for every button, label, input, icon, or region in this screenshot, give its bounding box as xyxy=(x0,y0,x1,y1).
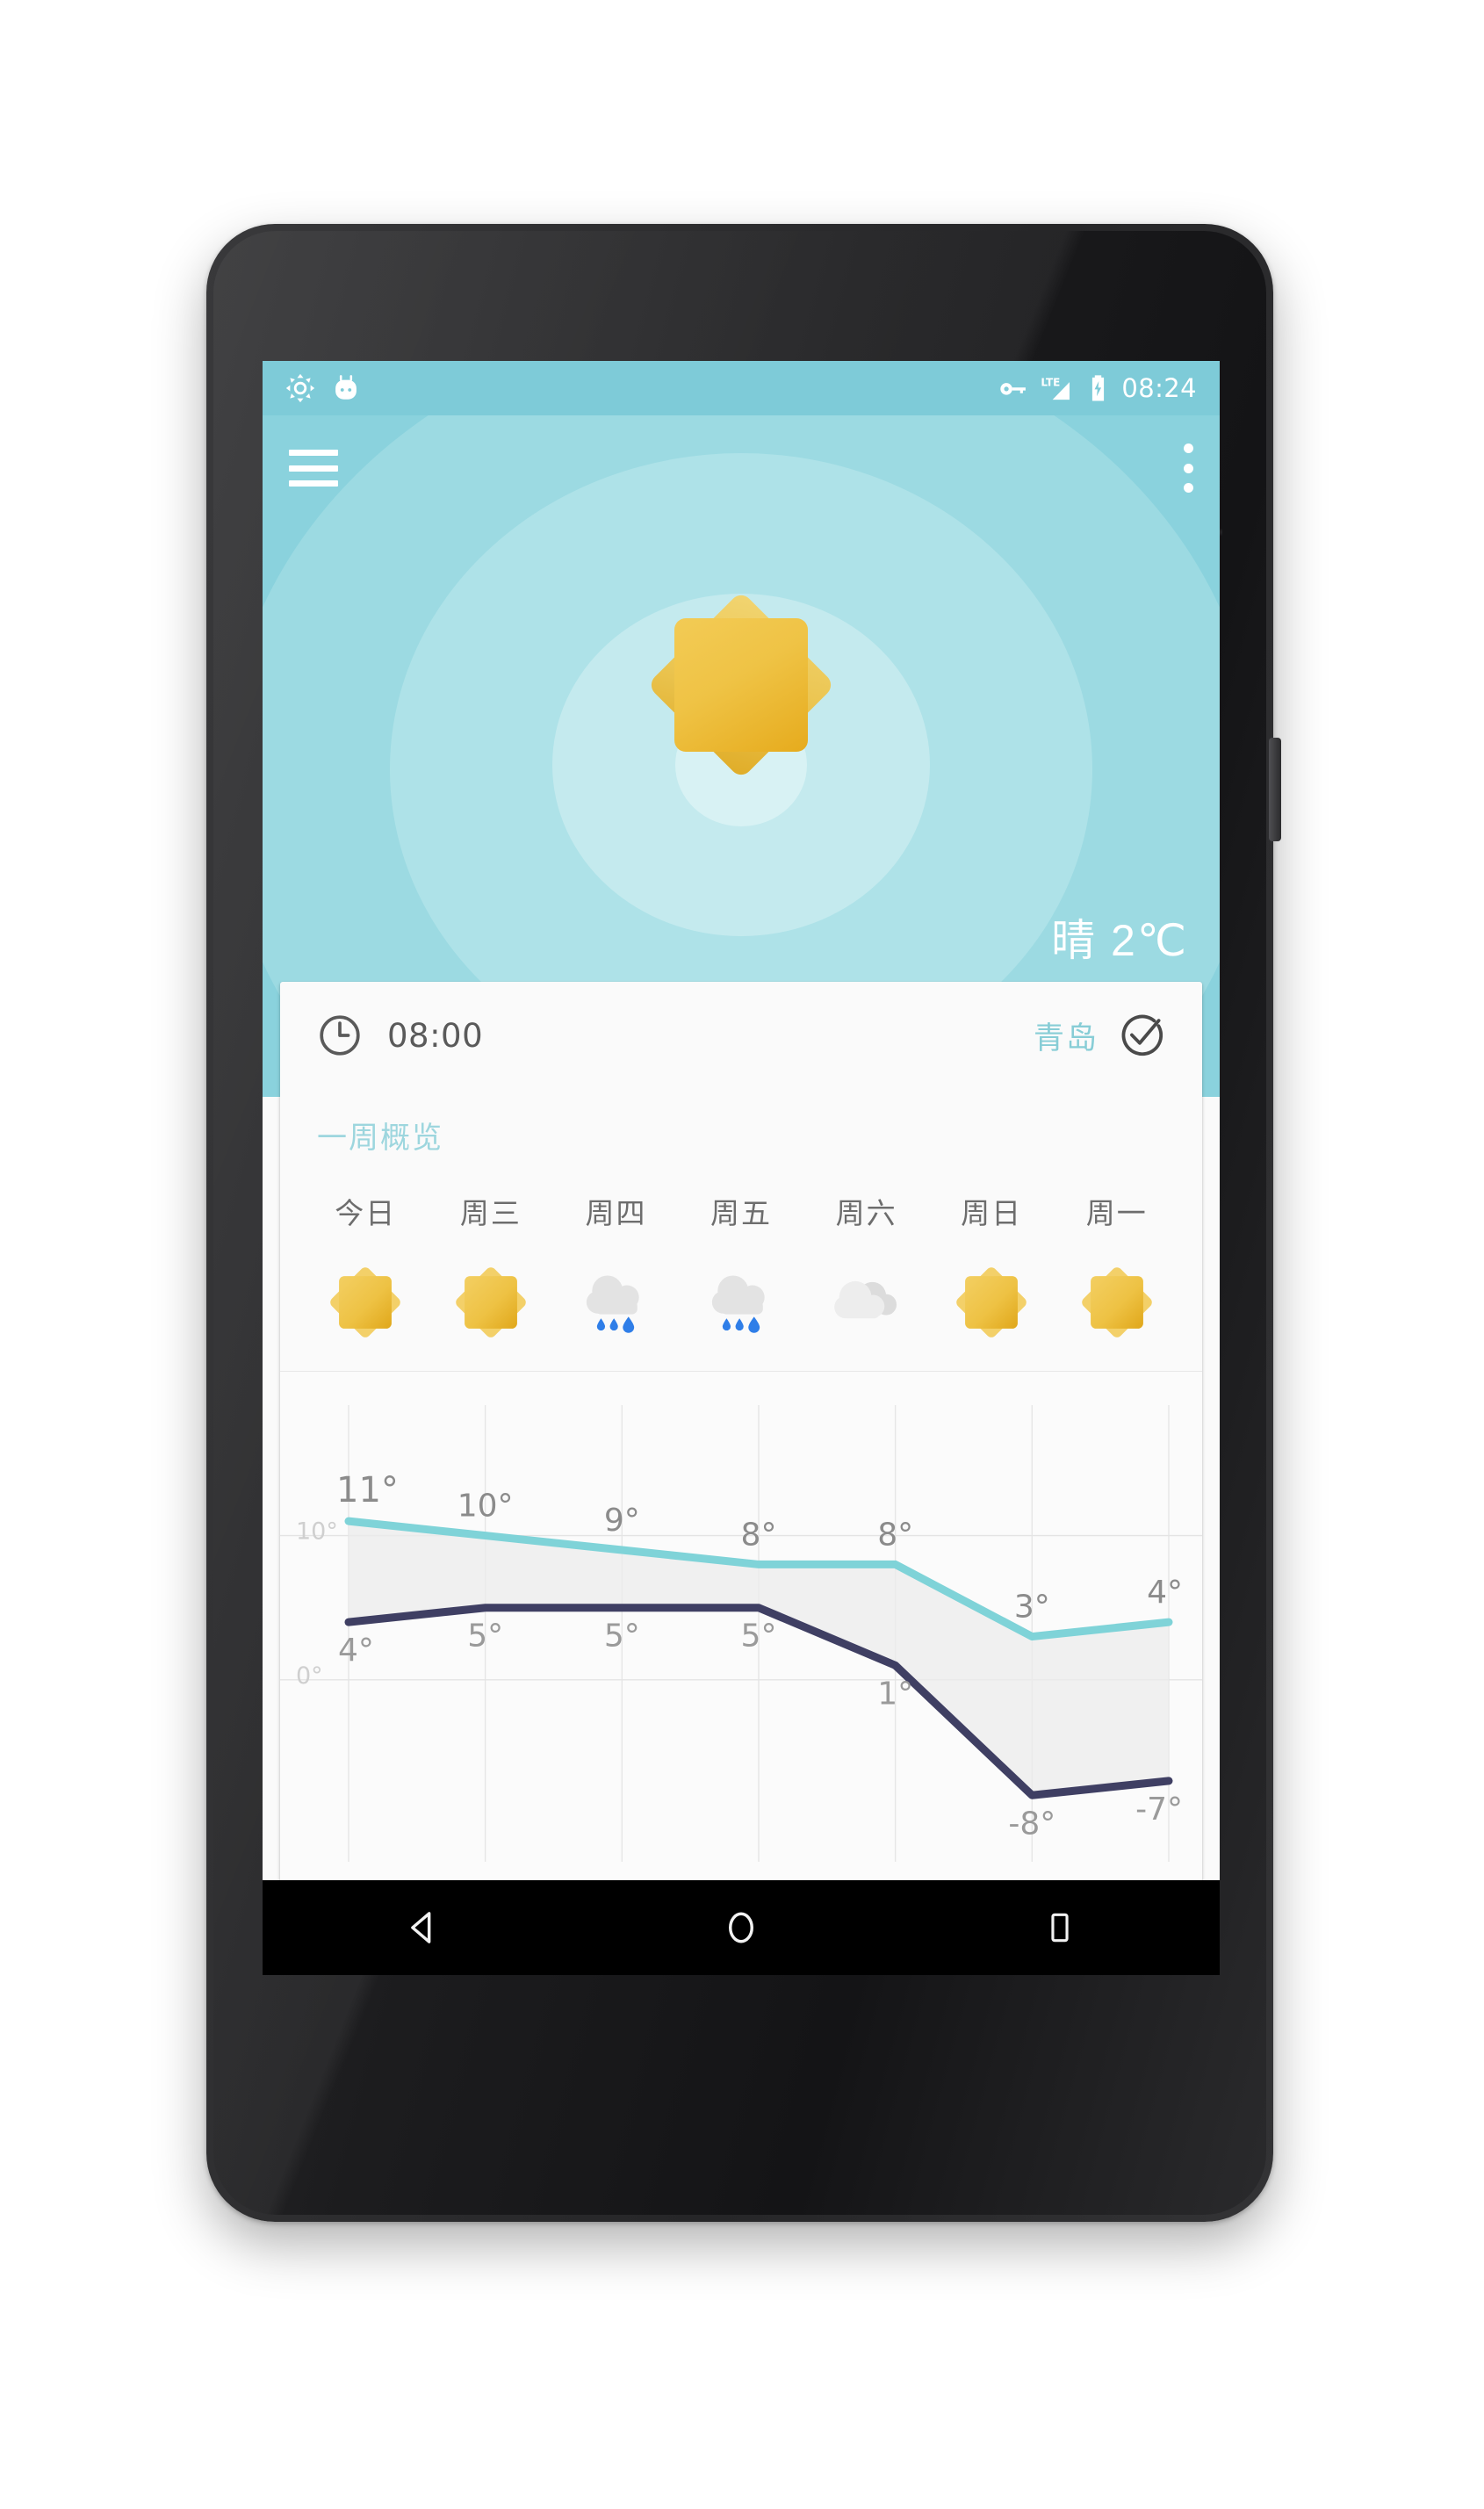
forecast-day-icon xyxy=(303,1257,429,1341)
card-header: 08:00 青岛 xyxy=(280,982,1202,1089)
chart-high-label: 10° xyxy=(457,1489,514,1525)
menu-icon[interactable] xyxy=(289,450,338,487)
sun-icon xyxy=(646,590,836,780)
vpn-key-icon xyxy=(1000,382,1027,395)
forecast-day-icon xyxy=(803,1257,929,1341)
chart-low-label: 5° xyxy=(741,1619,777,1655)
chart-high-label: 4° xyxy=(1147,1575,1183,1611)
overflow-menu-icon[interactable] xyxy=(1183,443,1193,493)
forecast-day-icon xyxy=(553,1257,679,1341)
circle-icon xyxy=(728,1912,753,1943)
forecast-day-icon xyxy=(679,1257,804,1341)
forecast-days-row: 今日 周三 周四 周五 周六 周日 周一 xyxy=(280,1190,1202,1232)
chart-high-label: 11° xyxy=(336,1470,399,1510)
day-label: 周五 xyxy=(710,1197,773,1229)
check-circle-icon[interactable] xyxy=(1118,1012,1165,1059)
triangle-left-icon xyxy=(410,1912,431,1943)
chart-high-label: 8° xyxy=(741,1517,777,1553)
day-label: 周日 xyxy=(961,1197,1023,1229)
day-label: 周六 xyxy=(835,1197,897,1229)
forecast-day-icon xyxy=(1054,1257,1179,1341)
power-button[interactable] xyxy=(1269,738,1281,841)
day-label: 今日 xyxy=(335,1197,397,1229)
temperature-chart-svg: 10° 0° 11° 10° 9° 8° 8° 3° 4° 4° 5° 5° 5° 1° -8° -7° xyxy=(280,1405,1202,1862)
temperature-chart: 10° 0° 11° 10° 9° 8° 8° 3° 4° 4° 5° 5° 5° 1° -8° -7° xyxy=(280,1371,1202,1899)
chart-low-label: 4° xyxy=(338,1633,374,1669)
chart-low-label: 1° xyxy=(877,1676,913,1712)
sunny-icon xyxy=(956,1267,1027,1337)
sunny-icon xyxy=(1081,1267,1152,1337)
rain-icon xyxy=(587,1275,640,1333)
brightness-auto-icon xyxy=(285,373,315,403)
android-marshmallow-icon xyxy=(335,375,357,400)
sunny-icon xyxy=(330,1267,401,1337)
status-bar-left-icons xyxy=(285,373,361,403)
day-label: 周三 xyxy=(459,1197,522,1229)
home-button[interactable] xyxy=(688,1880,794,1975)
chart-ytick-label: 0° xyxy=(296,1662,323,1690)
forecast-card: 08:00 青岛 一周概览 今日 周三 周四 周五 周六 周日 周一 10° 0… xyxy=(280,982,1202,1899)
chart-low-label: 5° xyxy=(467,1619,503,1655)
chart-high-label: 3° xyxy=(1014,1590,1050,1626)
status-bar-right-icons: LTE 08:24 xyxy=(998,373,1197,403)
forecast-day-icon xyxy=(929,1257,1055,1341)
chart-low-label: -8° xyxy=(1008,1806,1055,1842)
card-time: 08:00 xyxy=(387,1016,484,1055)
svg-text:LTE: LTE xyxy=(1041,376,1061,388)
phone-screen: LTE 08:24 晴 2℃ 08:00 青岛 一周概览 今日 周三 周四 周五… xyxy=(263,361,1220,1975)
chart-high-label: 9° xyxy=(604,1503,640,1539)
rain-icon xyxy=(711,1275,765,1333)
battery-charging-icon xyxy=(1092,374,1105,401)
chart-ytick-label: 10° xyxy=(296,1518,338,1546)
chart-high-label: 8° xyxy=(877,1517,913,1553)
forecast-day-icon xyxy=(429,1257,554,1341)
chart-low-label: 5° xyxy=(604,1619,640,1655)
lte-signal-icon: LTE xyxy=(1041,376,1070,400)
back-button[interactable] xyxy=(370,1880,475,1975)
android-nav-bar xyxy=(263,1880,1220,1975)
current-condition-text: 晴 2℃ xyxy=(1051,916,1188,965)
section-title: 一周概览 xyxy=(317,1121,443,1155)
day-label: 周一 xyxy=(1085,1197,1148,1229)
recents-button[interactable] xyxy=(1007,1880,1113,1975)
forecast-icons-row xyxy=(280,1257,1202,1371)
status-bar: LTE 08:24 xyxy=(263,361,1220,415)
card-city[interactable]: 青岛 xyxy=(1034,1013,1099,1058)
square-icon xyxy=(1051,1913,1069,1943)
clock-icon xyxy=(320,1015,360,1056)
sunny-icon xyxy=(456,1267,526,1337)
app-bar xyxy=(263,415,1220,521)
cloudy-icon xyxy=(833,1280,897,1319)
status-bar-clock: 08:24 xyxy=(1121,373,1197,403)
day-label: 周四 xyxy=(585,1197,647,1229)
chart-low-label: -7° xyxy=(1135,1792,1183,1828)
